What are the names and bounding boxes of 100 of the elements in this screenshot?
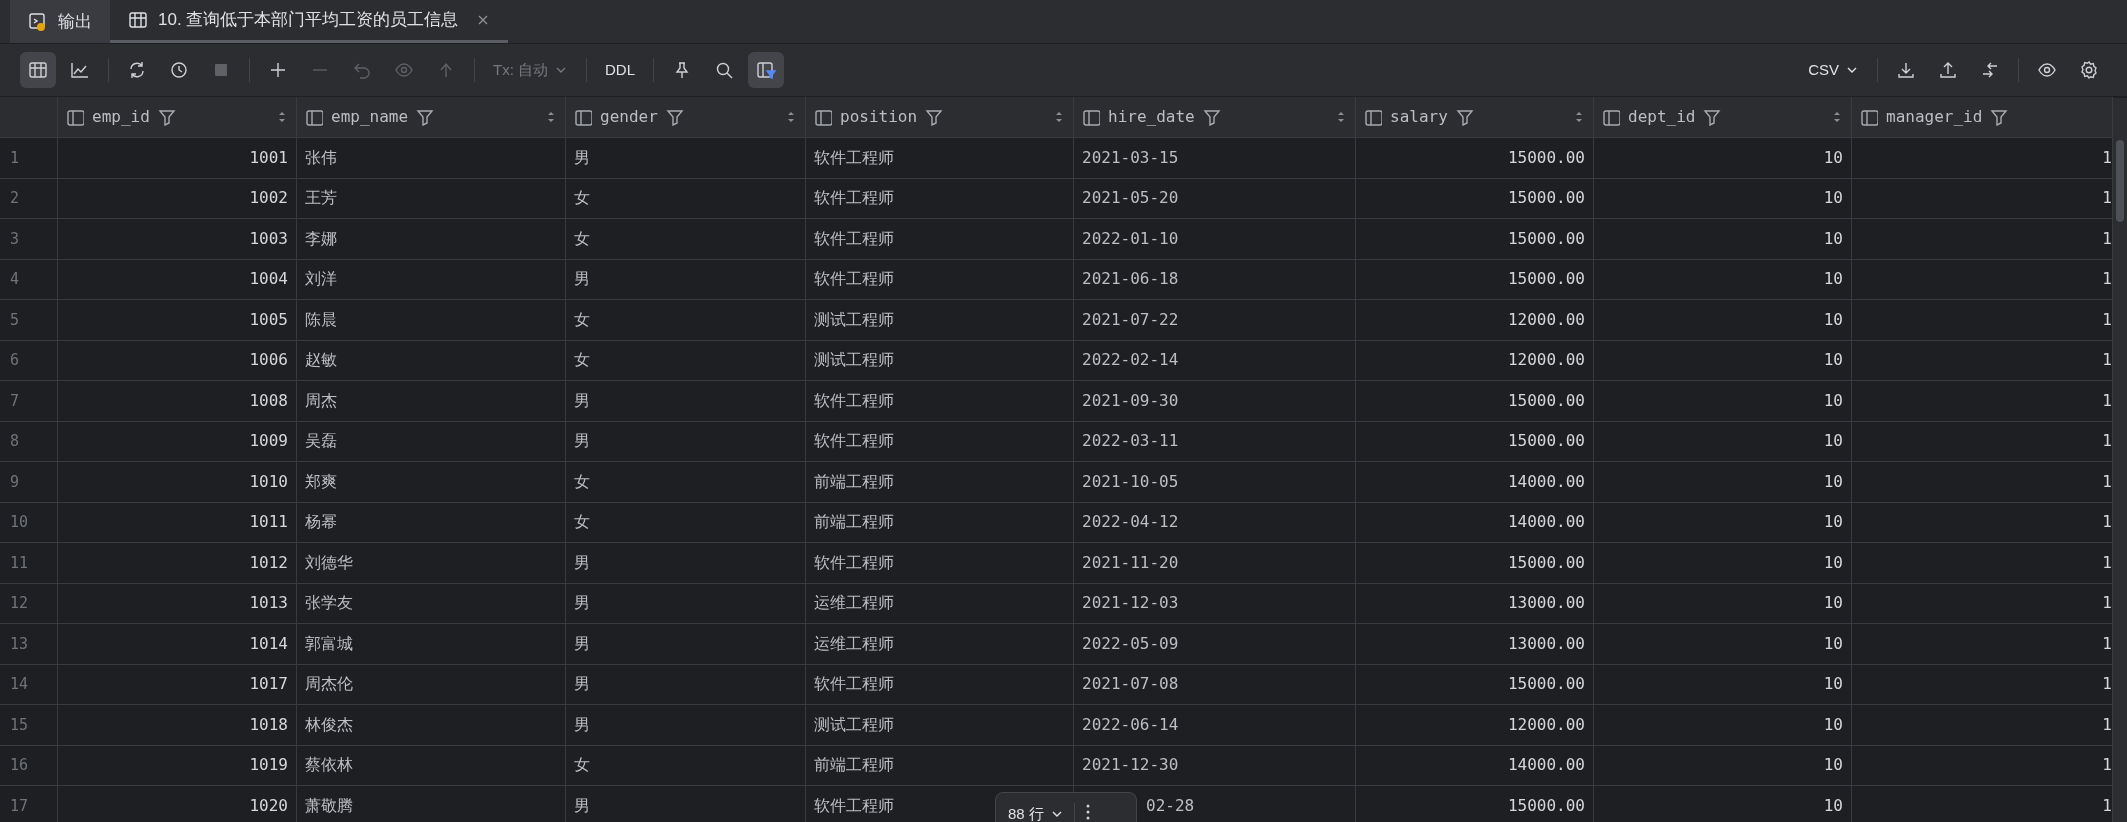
- table-cell: 14000.00: [1356, 502, 1594, 542]
- table-cell: 14000.00: [1356, 745, 1594, 785]
- column-icon: [1860, 108, 1878, 126]
- ddl-button[interactable]: DDL: [597, 52, 643, 88]
- table-cell: 萧敬腾: [297, 786, 566, 822]
- row-count-dropdown[interactable]: 88 行: [1008, 803, 1064, 822]
- table-cell: 张伟: [297, 138, 566, 178]
- column-header[interactable]: gender: [566, 97, 806, 137]
- table-cell: 15000.00: [1356, 259, 1594, 299]
- table-cell: 男: [566, 138, 806, 178]
- table-cell: 10: [1594, 381, 1852, 421]
- tab[interactable]: 输出: [10, 0, 110, 43]
- table-cell: 1012: [58, 543, 297, 583]
- table-cell: 女: [566, 462, 806, 502]
- row-number: 10: [0, 502, 58, 542]
- column-icon: [1364, 108, 1382, 126]
- row-number: 17: [0, 786, 58, 822]
- table-cell: 14000.00: [1356, 462, 1594, 502]
- scrollbar[interactable]: [2113, 98, 2127, 822]
- table-cell: 10: [1594, 462, 1852, 502]
- table-cell: 刘洋: [297, 259, 566, 299]
- table-cell: 10: [1594, 543, 1852, 583]
- table-cell: 杨幂: [297, 502, 566, 542]
- table-cell: 软件工程师: [806, 178, 1074, 218]
- format-dropdown[interactable]: CSV: [1800, 52, 1867, 88]
- table-cell: 1009: [58, 421, 297, 461]
- table-cell: 男: [566, 786, 806, 822]
- row-number: 6: [0, 340, 58, 380]
- table-cell: 女: [566, 502, 806, 542]
- table-cell: 软件工程师: [806, 138, 1074, 178]
- table-cell: 2021-11-20: [1074, 543, 1356, 583]
- table-cell: 2021-09-30: [1074, 381, 1356, 421]
- table-cell: 2022-03-11: [1074, 421, 1356, 461]
- table-cell: 男: [566, 543, 806, 583]
- table-cell: 测试工程师: [806, 705, 1074, 745]
- table-cell: 测试工程师: [806, 300, 1074, 340]
- table-cell: 郭富城: [297, 624, 566, 664]
- table-cell: 1018: [58, 705, 297, 745]
- filter-icon: [1703, 108, 1722, 126]
- table-cell: 10: [1594, 705, 1852, 745]
- column-header[interactable]: hire_date: [1074, 97, 1356, 137]
- table-cell: 15000.00: [1356, 178, 1594, 218]
- filter-icon: [1202, 108, 1221, 126]
- table-cell: 15000.00: [1356, 664, 1594, 704]
- filter-icon: [1455, 108, 1474, 126]
- table-cell: 10: [1594, 259, 1852, 299]
- table-cell: 2021-12-30: [1074, 745, 1356, 785]
- table-cell: 2022-06-14: [1074, 705, 1356, 745]
- table-cell: 2022-04-12: [1074, 502, 1356, 542]
- scrollbar-thumb[interactable]: [2116, 140, 2124, 222]
- table-cell: 运维工程师: [806, 624, 1074, 664]
- row-number: 15: [0, 705, 58, 745]
- filter-icon: [157, 108, 176, 126]
- column-header[interactable]: salary: [1356, 97, 1594, 137]
- table-cell: 前端工程师: [806, 502, 1074, 542]
- filter-icon: [925, 108, 944, 126]
- table-cell: 2021-07-22: [1074, 300, 1356, 340]
- table-cell: 周杰伦: [297, 664, 566, 704]
- table-cell: 1004: [58, 259, 297, 299]
- table-cell: 15000.00: [1356, 138, 1594, 178]
- table-cell: 运维工程师: [806, 583, 1074, 623]
- column-header[interactable]: emp_name: [297, 97, 566, 137]
- column-icon: [574, 108, 592, 126]
- more-icon: [1084, 803, 1091, 821]
- table-cell: 女: [566, 178, 806, 218]
- table-cell: 王芳: [297, 178, 566, 218]
- filter-icon[interactable]: [748, 52, 784, 88]
- column-header[interactable]: emp_id: [58, 97, 297, 137]
- table-cell: 软件工程师: [806, 219, 1074, 259]
- column-icon: [305, 108, 323, 126]
- column-header[interactable]: dept_id: [1594, 97, 1852, 137]
- row-number: 4: [0, 259, 58, 299]
- table-cell: 1008: [58, 381, 297, 421]
- table-cell: 10: [1594, 421, 1852, 461]
- table-cell: 陈晨: [297, 300, 566, 340]
- table-cell: 男: [566, 259, 806, 299]
- table-cell: 软件工程师: [806, 259, 1074, 299]
- table-cell: 1003: [58, 219, 297, 259]
- table-cell: 1013: [58, 583, 297, 623]
- table-cell: 李娜: [297, 219, 566, 259]
- table-cell: 15000.00: [1356, 786, 1594, 822]
- filter-icon: [416, 108, 435, 126]
- table-cell: 男: [566, 705, 806, 745]
- table-cell: 女: [566, 340, 806, 380]
- table-cell: 13000.00: [1356, 583, 1594, 623]
- row-number: 16: [0, 745, 58, 785]
- table-view-icon[interactable]: [20, 52, 56, 88]
- table-cell: 12000.00: [1356, 705, 1594, 745]
- table-cell: 10: [1594, 624, 1852, 664]
- table-cell: 1010: [58, 462, 297, 502]
- table-cell: 赵敏: [297, 340, 566, 380]
- table-cell: 10: [1594, 178, 1852, 218]
- column-header[interactable]: position: [806, 97, 1074, 137]
- table-cell: 男: [566, 381, 806, 421]
- table-cell: 1005: [58, 300, 297, 340]
- table-cell: 1002: [58, 178, 297, 218]
- table-cell: 软件工程师: [806, 421, 1074, 461]
- table-cell: 2021-10-05: [1074, 462, 1356, 502]
- table-cell: 13000.00: [1356, 624, 1594, 664]
- table-cell: 12000.00: [1356, 340, 1594, 380]
